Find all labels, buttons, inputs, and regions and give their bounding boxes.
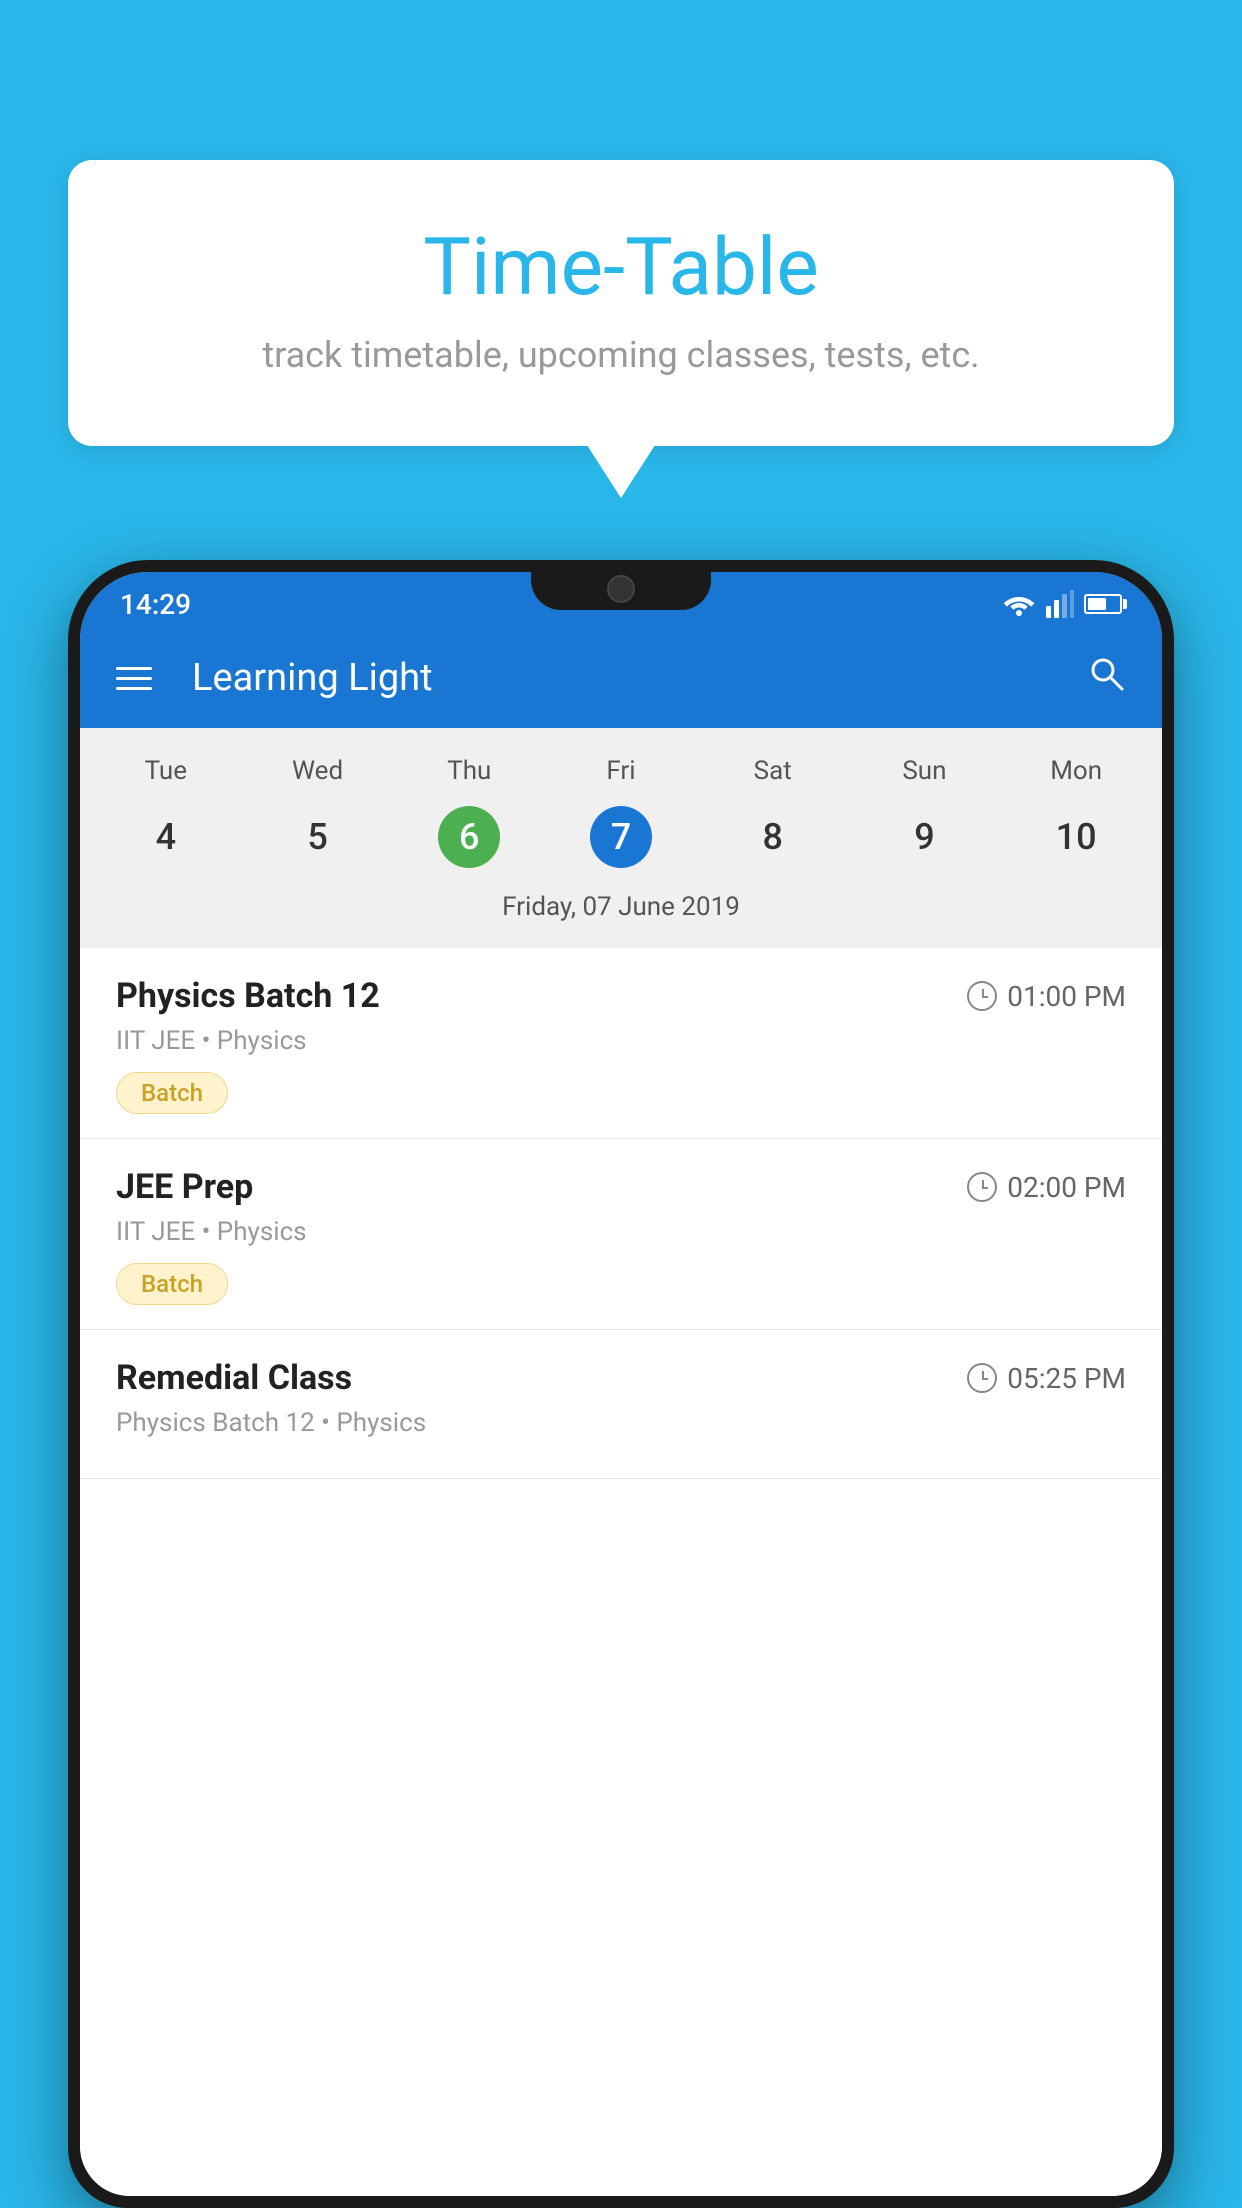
schedule-title-2: JEE Prep	[116, 1167, 253, 1207]
calendar-strip: Tue Wed Thu Fri Sat Sun Mon 4 5	[80, 728, 1162, 948]
selected-date-label: Friday, 07 June 2019	[80, 880, 1162, 938]
date-9[interactable]: 9	[849, 794, 1001, 880]
schedule-meta-1: IIT JEE • Physics	[116, 1026, 1126, 1056]
day-tue: Tue	[90, 748, 242, 794]
phone-frame: 14:29	[68, 560, 1174, 2208]
schedule-item-2[interactable]: JEE Prep 02:00 PM IIT JEE • Physics Batc…	[80, 1139, 1162, 1330]
phone-screen: 14:29	[80, 572, 1162, 2196]
schedule-time-label-1: 01:00 PM	[1007, 980, 1126, 1013]
schedule-item-3[interactable]: Remedial Class 05:25 PM Physics Batch 12…	[80, 1330, 1162, 1479]
batch-badge-1: Batch	[116, 1072, 228, 1114]
phone-notch	[531, 560, 711, 610]
day-mon: Mon	[1000, 748, 1152, 794]
signal-icon	[1046, 590, 1074, 618]
tooltip-container: Time-Table track timetable, upcoming cla…	[68, 160, 1174, 446]
phone-camera	[607, 575, 635, 603]
schedule-time-1: 01:00 PM	[967, 980, 1126, 1013]
app-title: Learning Light	[192, 656, 1054, 700]
clock-icon-1	[967, 981, 997, 1011]
schedule-time-label-2: 02:00 PM	[1007, 1171, 1126, 1204]
schedule-title-1: Physics Batch 12	[116, 976, 380, 1016]
tooltip-subtitle: track timetable, upcoming classes, tests…	[118, 334, 1124, 376]
schedule-item-2-header: JEE Prep 02:00 PM	[116, 1167, 1126, 1207]
date-6[interactable]: 6	[393, 794, 545, 880]
day-thu: Thu	[393, 748, 545, 794]
status-time: 14:29	[120, 588, 191, 621]
schedule-title-3: Remedial Class	[116, 1358, 352, 1398]
date-5[interactable]: 5	[242, 794, 394, 880]
day-wed: Wed	[242, 748, 394, 794]
date-8[interactable]: 8	[697, 794, 849, 880]
clock-icon-2	[967, 1172, 997, 1202]
day-fri: Fri	[545, 748, 697, 794]
app-bar: Learning Light	[80, 628, 1162, 728]
batch-badge-2: Batch	[116, 1263, 228, 1305]
days-row: Tue Wed Thu Fri Sat Sun Mon	[80, 748, 1162, 794]
day-sun: Sun	[849, 748, 1001, 794]
schedule-item-1-header: Physics Batch 12 01:00 PM	[116, 976, 1126, 1016]
status-icons	[1002, 590, 1122, 618]
hamburger-menu-icon[interactable]	[116, 667, 152, 690]
tooltip-bubble: Time-Table track timetable, upcoming cla…	[68, 160, 1174, 446]
phone-mockup: 14:29	[68, 560, 1174, 2208]
clock-icon-3	[967, 1363, 997, 1393]
battery-icon	[1084, 594, 1122, 614]
schedule-item-3-header: Remedial Class 05:25 PM	[116, 1358, 1126, 1398]
search-button[interactable]	[1086, 653, 1126, 703]
schedule-time-label-3: 05:25 PM	[1007, 1362, 1126, 1395]
day-sat: Sat	[697, 748, 849, 794]
date-7[interactable]: 7	[545, 794, 697, 880]
schedule-meta-3: Physics Batch 12 • Physics	[116, 1408, 1126, 1438]
date-10[interactable]: 10	[1000, 794, 1152, 880]
wifi-icon	[1002, 591, 1036, 617]
dates-row: 4 5 6 7 8 9 10	[80, 794, 1162, 880]
tooltip-title: Time-Table	[118, 220, 1124, 314]
date-4[interactable]: 4	[90, 794, 242, 880]
schedule-item-1[interactable]: Physics Batch 12 01:00 PM IIT JEE • Phys…	[80, 948, 1162, 1139]
schedule-meta-2: IIT JEE • Physics	[116, 1217, 1126, 1247]
schedule-time-3: 05:25 PM	[967, 1362, 1126, 1395]
schedule-time-2: 02:00 PM	[967, 1171, 1126, 1204]
schedule-list: Physics Batch 12 01:00 PM IIT JEE • Phys…	[80, 948, 1162, 2196]
